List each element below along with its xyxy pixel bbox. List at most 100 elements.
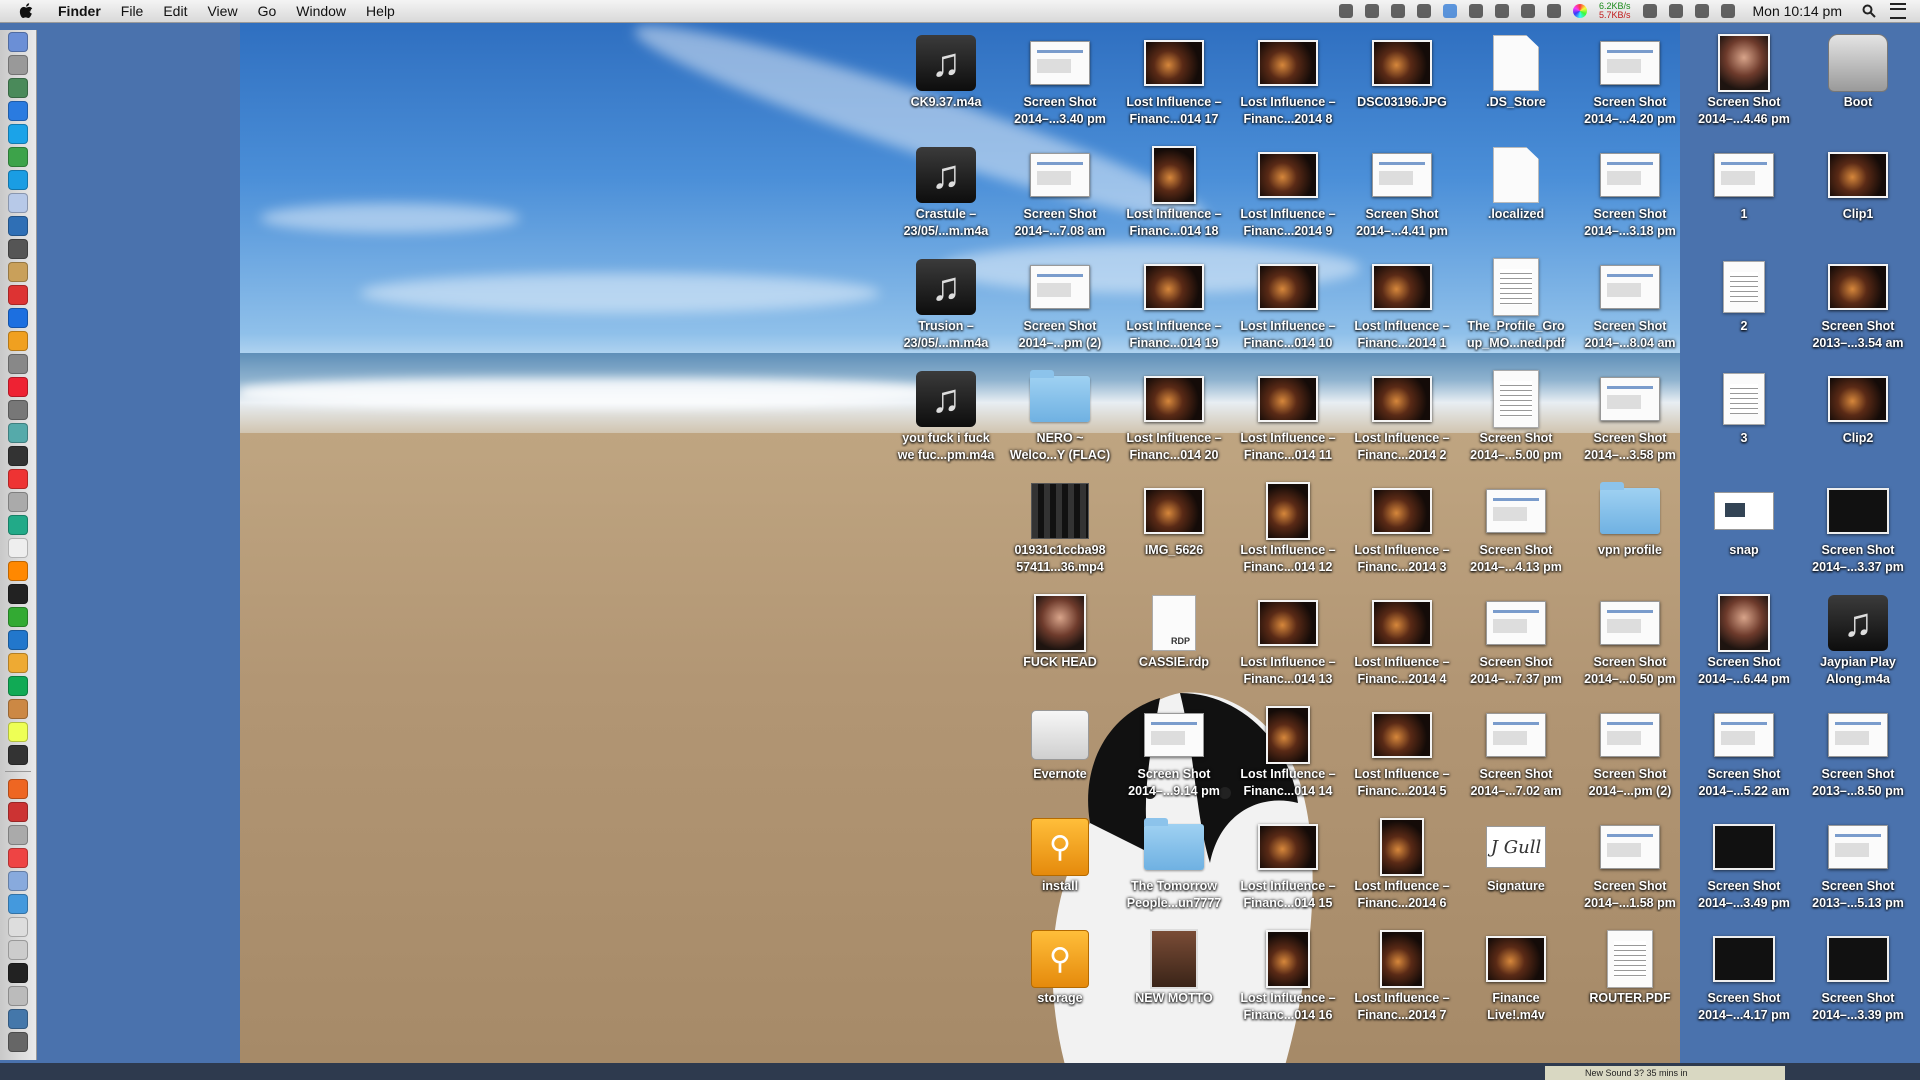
desktop-file-item[interactable]: Screen Shot 2014–...1.58 pm <box>1574 814 1686 920</box>
desktop-file-item[interactable]: Screen Shot 2014–...5.00 pm <box>1460 366 1572 472</box>
dock-app-icon[interactable] <box>8 870 28 891</box>
desktop-file-item[interactable]: ♫ you fuck i fuck we fuc...pm.m4a <box>890 366 1002 472</box>
desktop-file-item[interactable]: Screen Shot 2014–...7.08 am <box>1004 142 1116 248</box>
dock-app-icon[interactable] <box>8 537 28 558</box>
dock-app-icon[interactable] <box>8 1008 28 1029</box>
desktop-file-item[interactable]: Screen Shot 2014–...5.22 am <box>1688 702 1800 808</box>
desktop-file-item[interactable]: Lost Influence – Financ...2014 5 <box>1346 702 1458 808</box>
dropbox-icon[interactable] <box>1442 4 1457 18</box>
desktop-file-item[interactable]: Screen Shot 2013–...8.50 pm <box>1802 702 1914 808</box>
desktop-file-item[interactable]: Clip1 <box>1802 142 1914 248</box>
desktop-file-item[interactable]: Lost Influence – Financ...014 11 <box>1232 366 1344 472</box>
desktop-file-item[interactable]: Screen Shot 2014–...4.41 pm <box>1346 142 1458 248</box>
evernote-icon[interactable] <box>1338 4 1353 18</box>
dock-app-icon[interactable] <box>8 215 28 236</box>
desktop-file-item[interactable]: The_Profile_Gro up_MO...ned.pdf <box>1460 254 1572 360</box>
menu-window[interactable]: Window <box>286 0 356 22</box>
dock-app-icon[interactable] <box>8 77 28 98</box>
dock-app-icon[interactable] <box>8 778 28 799</box>
dock-app-icon[interactable] <box>8 353 28 374</box>
desktop-file-item[interactable]: Lost Influence – Financ...014 19 <box>1118 254 1230 360</box>
wifi-icon[interactable] <box>1694 4 1709 18</box>
target-icon[interactable] <box>1494 4 1509 18</box>
dock-app-icon[interactable] <box>8 284 28 305</box>
trash-icon[interactable] <box>8 1031 28 1052</box>
desktop-file-item[interactable]: ♫ Trusion – 23/05/...m.m4a <box>890 254 1002 360</box>
display-icon[interactable] <box>1520 4 1535 18</box>
dock-app-icon[interactable] <box>8 939 28 960</box>
desktop-file-item[interactable]: Screen Shot 2013–...5.13 pm <box>1802 814 1914 920</box>
menu-clock[interactable]: Mon 10:14 pm <box>1753 3 1843 19</box>
desktop-file-item[interactable]: RDP CASSIE.rdp <box>1118 590 1230 696</box>
desktop-file-item[interactable]: 3 <box>1688 366 1800 472</box>
dock-app-icon[interactable] <box>8 307 28 328</box>
dock-app-icon[interactable] <box>8 847 28 868</box>
dock-app-icon[interactable] <box>8 146 28 167</box>
copy-icon[interactable] <box>1468 4 1483 18</box>
desktop-file-item[interactable]: Screen Shot 2014–...3.58 pm <box>1574 366 1686 472</box>
dock-app-icon[interactable] <box>8 652 28 673</box>
desktop-file-item[interactable]: Screen Shot 2014–...8.04 am <box>1574 254 1686 360</box>
desktop-file-item[interactable]: Lost Influence – Financ...2014 4 <box>1346 590 1458 696</box>
desktop-file-item[interactable]: NEW MOTTO <box>1118 926 1230 1032</box>
desktop-file-item[interactable]: Lost Influence – Financ...2014 9 <box>1232 142 1344 248</box>
dock-app-icon[interactable] <box>8 399 28 420</box>
dock-app-icon[interactable] <box>8 744 28 765</box>
desktop-file-item[interactable]: Lost Influence – Financ...2014 1 <box>1346 254 1458 360</box>
desktop-file-item[interactable]: .DS_Store <box>1460 30 1572 136</box>
dock-app-icon[interactable] <box>8 468 28 489</box>
menu-view[interactable]: View <box>197 0 247 22</box>
menu-go[interactable]: Go <box>248 0 287 22</box>
dock-app-icon[interactable] <box>8 123 28 144</box>
desktop-file-item[interactable]: Screen Shot 2014–...3.37 pm <box>1802 478 1914 584</box>
dock-app-icon[interactable] <box>8 824 28 845</box>
desktop-file-item[interactable]: Screen Shot 2013–...3.54 am <box>1802 254 1914 360</box>
dock-app-icon[interactable] <box>8 330 28 351</box>
desktop-file-item[interactable]: The Tomorrow People...un7777 <box>1118 814 1230 920</box>
desktop-file-item[interactable]: Lost Influence – Financ...014 15 <box>1232 814 1344 920</box>
dock-app-icon[interactable] <box>8 629 28 650</box>
timemachine-icon[interactable] <box>1642 4 1657 18</box>
dock-app-icon[interactable] <box>8 985 28 1006</box>
desktop-file-item[interactable]: Screen Shot 2014–...4.13 pm <box>1460 478 1572 584</box>
dock-app-icon[interactable] <box>8 54 28 75</box>
desktop-file-item[interactable]: IMG_5626 <box>1118 478 1230 584</box>
colorwheel-icon[interactable] <box>1572 4 1587 18</box>
desktop-file-item[interactable]: Screen Shot 2014–...3.49 pm <box>1688 814 1800 920</box>
dock-app-icon[interactable] <box>8 560 28 581</box>
menu-finder[interactable]: Finder <box>48 0 111 22</box>
desktop-file-item[interactable]: Clip2 <box>1802 366 1914 472</box>
desktop-file-item[interactable]: 1 <box>1688 142 1800 248</box>
menu-edit[interactable]: Edit <box>153 0 197 22</box>
dock-app-icon[interactable] <box>8 721 28 742</box>
desktop-file-item[interactable]: vpn profile <box>1574 478 1686 584</box>
desktop-file-item[interactable]: Lost Influence – Financ...2014 3 <box>1346 478 1458 584</box>
desktop-file-item[interactable]: Screen Shot 2014–...3.39 pm <box>1802 926 1914 1032</box>
dock-app-icon[interactable] <box>8 31 28 52</box>
network-speed[interactable]: 6.2KB/s 5.7KB/s <box>1599 2 1631 20</box>
desktop-file-item[interactable]: ROUTER.PDF <box>1574 926 1686 1032</box>
dock-app-icon[interactable] <box>8 962 28 983</box>
desktop-file-item[interactable]: ♫ CK9.37.m4a <box>890 30 1002 136</box>
desktop-file-item[interactable]: Lost Influence – Financ...014 12 <box>1232 478 1344 584</box>
dock-app-icon[interactable] <box>8 169 28 190</box>
dock-app-icon[interactable] <box>8 100 28 121</box>
desktop-file-item[interactable]: Screen Shot 2014–...7.37 pm <box>1460 590 1572 696</box>
dock-app-icon[interactable] <box>8 583 28 604</box>
dock-app-icon[interactable] <box>8 916 28 937</box>
notification-center-icon[interactable] <box>1890 3 1906 19</box>
battery-icon[interactable] <box>1546 4 1561 18</box>
desktop-file-item[interactable]: FUCK HEAD <box>1004 590 1116 696</box>
desktop-file-item[interactable]: Screen Shot 2014–...pm (2) <box>1004 254 1116 360</box>
desktop-file-item[interactable]: Screen Shot 2014–...4.20 pm <box>1574 30 1686 136</box>
dock-app-icon[interactable] <box>8 514 28 535</box>
desktop-file-item[interactable]: ⚲ storage <box>1004 926 1116 1032</box>
dock-app-icon[interactable] <box>8 675 28 696</box>
arrow-icon[interactable] <box>1364 4 1379 18</box>
desktop-file-item[interactable]: ♫ Jaypian Play Along.m4a <box>1802 590 1914 696</box>
camera-icon[interactable] <box>1390 4 1405 18</box>
desktop-file-item[interactable]: Screen Shot 2014–...4.46 pm <box>1688 30 1800 136</box>
apple-icon[interactable] <box>18 3 34 19</box>
desktop-file-item[interactable]: 01931c1ccba98 57411...36.mp4 <box>1004 478 1116 584</box>
volume-icon[interactable] <box>1720 4 1735 18</box>
